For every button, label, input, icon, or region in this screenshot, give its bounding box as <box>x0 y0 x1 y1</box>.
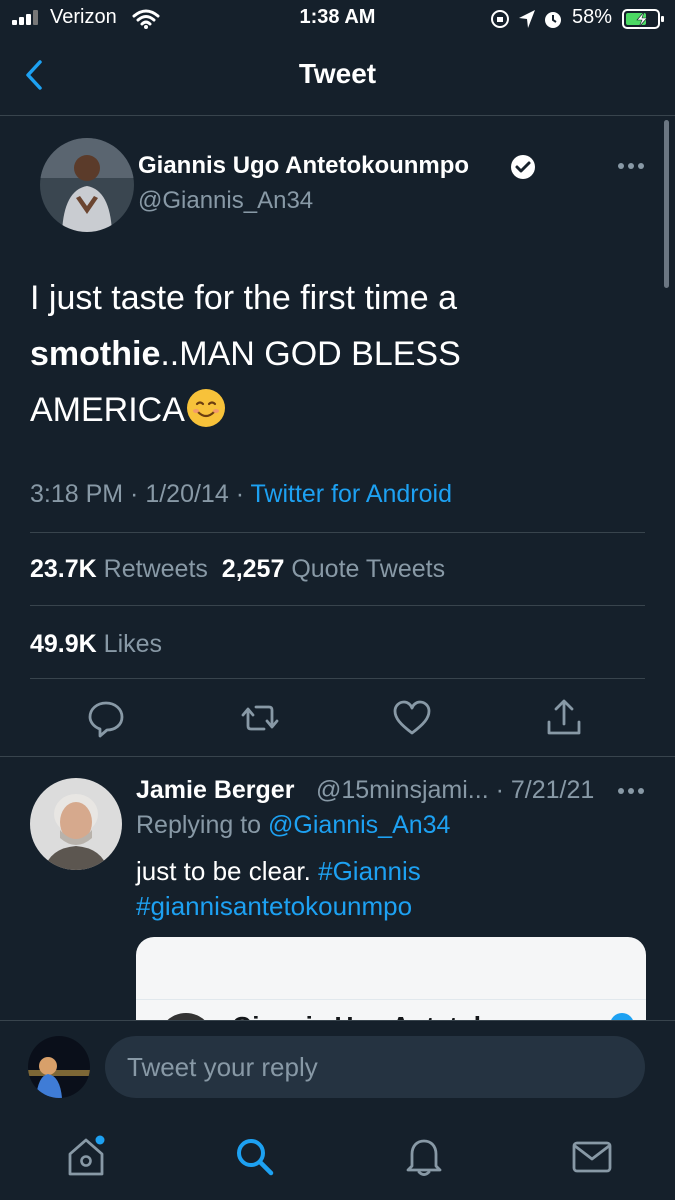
author-avatar[interactable] <box>40 138 134 232</box>
retweet-icon[interactable] <box>240 698 280 738</box>
hashtag-link[interactable]: #Giannis <box>318 856 421 886</box>
reply-author-avatar[interactable] <box>30 778 122 870</box>
retweets-count: 23.7K <box>30 555 97 583</box>
alarm-icon <box>545 12 561 28</box>
home-icon[interactable] <box>64 1134 108 1178</box>
replying-prefix: Replying to <box>136 811 269 839</box>
scrollbar-thumb[interactable] <box>664 120 669 288</box>
tweet-meta: 3:18 PM · 1/20/14 · Twitter for Android <box>30 480 452 509</box>
reply-author-handle: @15minsjami... · 7/21/21 <box>316 776 594 805</box>
search-icon[interactable] <box>232 1134 276 1178</box>
reply-handle-text[interactable]: @15minsjami... <box>316 776 489 804</box>
notifications-icon[interactable] <box>402 1134 446 1178</box>
retweets-link[interactable]: 23.7K Retweets <box>30 555 208 583</box>
my-avatar[interactable] <box>28 1036 90 1098</box>
divider <box>30 605 645 606</box>
reply-text-body: just to be clear. <box>136 856 319 886</box>
likes-link[interactable]: 49.9K Likes <box>30 630 162 659</box>
verified-badge-icon <box>511 155 535 179</box>
tweet-date: 1/20/14 <box>145 480 229 508</box>
tweet-text-end: AMERICA <box>30 391 185 429</box>
tweet-text-line-2: smothie..MAN GOD BLESS <box>30 326 630 382</box>
reply-input[interactable] <box>105 1036 645 1098</box>
embed-divider <box>136 999 646 1000</box>
status-bar: Verizon 1:38 AM 58% <box>0 0 675 40</box>
battery-percent: 58% <box>572 6 613 28</box>
page-title: Tweet <box>298 58 377 89</box>
likes-label: Likes <box>103 630 163 658</box>
meta-separator: · <box>228 480 251 508</box>
reply-author-name[interactable]: Jamie Berger <box>136 776 294 805</box>
rotation-lock-icon <box>491 10 509 28</box>
tweet-source-link[interactable]: Twitter for Android <box>251 480 452 508</box>
quote-tweets-link[interactable]: 2,257 Quote Tweets <box>222 555 445 583</box>
meta-separator: · <box>123 480 146 508</box>
author-name[interactable]: Giannis Ugo Antetokounmpo <box>138 152 469 180</box>
share-icon[interactable] <box>544 698 584 738</box>
location-icon <box>519 10 535 28</box>
more-options-icon[interactable] <box>617 162 645 170</box>
tweet-text-line-3: AMERICA <box>30 382 630 438</box>
retweet-stats: 23.7K Retweets 2,257 Quote Tweets <box>30 555 445 584</box>
meta-separator: · <box>488 776 511 804</box>
smiling-face-emoji-icon <box>186 389 225 427</box>
tweet-text: I just taste for the first time a smothi… <box>30 270 630 438</box>
replying-to-link[interactable]: @Giannis_An34 <box>268 811 450 839</box>
reply-more-options-icon[interactable] <box>617 787 645 795</box>
tweet-text-bold: smothie <box>30 335 161 373</box>
tweet-time: 3:18 PM <box>30 480 124 508</box>
hashtag-link[interactable]: #giannisantetokounmpo <box>136 891 412 921</box>
reply-icon[interactable] <box>86 698 126 738</box>
likes-count: 49.9K <box>30 630 97 658</box>
battery-charging-icon <box>622 9 664 29</box>
reply-text: just to be clear. #Giannis #giannisantet… <box>136 854 636 924</box>
replying-to: Replying to @Giannis_An34 <box>136 811 450 840</box>
like-heart-icon[interactable] <box>392 698 432 738</box>
quotes-label: Quote Tweets <box>291 555 446 583</box>
messages-icon[interactable] <box>570 1134 614 1178</box>
divider <box>30 678 645 679</box>
tweet-text-rest: ..MAN GOD BLESS <box>160 335 461 373</box>
quotes-count: 2,257 <box>221 555 285 583</box>
divider <box>30 532 645 533</box>
author-handle[interactable]: @Giannis_An34 <box>138 187 313 215</box>
tweet-text-line-1: I just taste for the first time a <box>30 279 458 317</box>
retweets-label: Retweets <box>103 555 208 583</box>
reply-date: 7/21/21 <box>510 776 595 804</box>
divider <box>0 756 675 757</box>
